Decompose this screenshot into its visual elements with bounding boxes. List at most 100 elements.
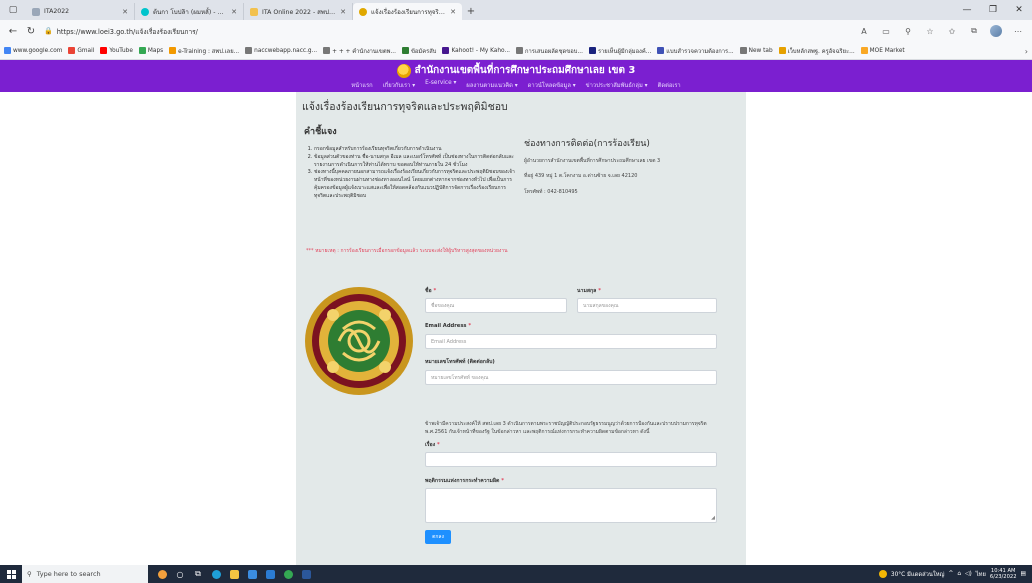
minimize-icon[interactable]: — — [954, 0, 980, 20]
phone-input[interactable]: หมายเลขโทรศัพท์ ของคุณ — [425, 370, 717, 385]
search-icon: ⚲ — [27, 570, 32, 578]
reload-icon[interactable]: ↻ — [22, 22, 40, 40]
warning-note: *** หมายเหตุ : การร้องเรียนการเมื่อกรอกข… — [306, 248, 508, 254]
more-menu-icon[interactable]: ⋯ — [1008, 22, 1028, 40]
browser-tab-3[interactable]: ITA Online 2022 - สพป.เลย เขต 3 ✕ — [244, 3, 353, 20]
close-icon[interactable]: ✕ — [450, 8, 456, 16]
tab-label: ต้นกา โบปลิา (ผมหลั้) - Canva — [153, 8, 227, 16]
browser-tab-2[interactable]: ต้นกา โบปลิา (ผมหลั้) - Canva ✕ — [135, 3, 244, 20]
contact-address: ที่อยู่ 439 หมู่ 1 ต.โคกงาม อ.ด่านซ้าย จ… — [524, 173, 638, 179]
back-arrow-icon[interactable]: ← — [4, 22, 22, 40]
submit-button[interactable]: ตกลง — [425, 530, 451, 544]
bookmark-icon — [657, 47, 665, 54]
favorite-item[interactable]: การเสนอผลัดชุดขอบ... — [516, 46, 583, 56]
favorite-item[interactable]: New tab — [739, 47, 773, 54]
site-navigation: หน้าแรก เกี่ยวกับเรา ▾ E-service ▾ ผลงาน… — [0, 80, 1032, 90]
close-icon[interactable]: ✕ — [231, 8, 237, 16]
taskbar-search-box[interactable]: ⚲ Type here to search — [22, 565, 148, 583]
browser-toolbar: A ▭ ⚲ ☆ ✩ ⧉ ⋯ — [854, 20, 1028, 42]
task-view-icon[interactable]: ⧉ — [190, 567, 206, 581]
restore-icon[interactable]: ❐ — [980, 0, 1006, 20]
nav-download[interactable]: ดาวน์โหลดข้อมูล ▾ — [528, 80, 576, 90]
site-brand[interactable]: สำนักงานเขตพื้นที่การศึกษาประถมศึกษาเลย … — [0, 63, 1032, 78]
favorite-label: naccwebapp.nacc.g... — [254, 47, 318, 54]
volume-icon[interactable]: ◁) — [965, 571, 972, 577]
word-icon[interactable] — [298, 567, 314, 581]
language-indicator[interactable]: ไทย — [976, 569, 986, 579]
emblem-seal — [305, 287, 413, 395]
contact-heading: ช่องทางการติดต่อ(การร้องเรียน) — [524, 139, 650, 149]
mail-icon[interactable] — [262, 567, 278, 581]
favorite-item[interactable]: รายเห็นผู้มีกลุ่มองค์... — [588, 46, 651, 56]
read-aloud-icon[interactable]: A — [854, 22, 874, 40]
favorite-label: e-Training : สพป.เลย... — [178, 48, 240, 55]
nav-news[interactable]: ข่าวประชาสัมพันธ์กลุ่ม ▾ — [586, 80, 648, 90]
bookmark-icon — [68, 47, 76, 54]
resize-handle-icon[interactable]: ◢ — [711, 516, 715, 521]
taskbar-clock[interactable]: 10:41 AM 6/23/2022 — [990, 568, 1017, 580]
collections-icon[interactable]: ⧉ — [964, 22, 984, 40]
favorite-item[interactable]: naccwebapp.nacc.g... — [245, 47, 317, 54]
logo-icon — [396, 63, 411, 78]
windows-taskbar: ⚲ Type here to search ○ ⧉ 30°C มีแดดส่วน… — [0, 565, 1032, 583]
favorite-star-icon[interactable]: ☆ — [920, 22, 940, 40]
nav-eservice[interactable]: E-service ▾ — [425, 80, 456, 90]
intro-list: กรอกข้อมูลสำหรับการร้องเรียนทุจริตเกี่ยว… — [306, 146, 516, 200]
favorite-item[interactable]: Gmail — [68, 47, 94, 54]
first-name-input[interactable]: ชื่อของคุณ — [425, 298, 567, 313]
close-window-icon[interactable]: ✕ — [1006, 0, 1032, 20]
weather-text[interactable]: 30°C มีแดดส่วนใหญ่ — [891, 569, 945, 579]
favorite-label: แบบสำรวจความต้องการ... — [666, 48, 734, 55]
detail-textarea[interactable]: ◢ — [425, 488, 717, 523]
new-tab-button[interactable]: + — [462, 3, 480, 20]
favorite-item[interactable]: เว็บหลักสพฐ. ครูอัจฉริยะ... — [778, 46, 855, 56]
url-field[interactable]: 🔒 https://www.loei3.go.th/แจ้งเรื่องร้อง… — [44, 23, 804, 39]
bookmark-icon — [323, 47, 331, 54]
notification-icon[interactable]: ▤ — [1021, 571, 1026, 577]
favorite-item[interactable]: e-Training : สพป.เลย... — [169, 46, 239, 56]
zoom-icon[interactable]: ⚲ — [898, 22, 918, 40]
profile-avatar[interactable] — [986, 22, 1006, 40]
favorite-item[interactable]: Kahoot! - My Kaho... — [442, 47, 510, 54]
tab-actions-icon[interactable]: ▢ — [0, 0, 26, 20]
chevron-up-icon[interactable]: ^ — [948, 571, 953, 577]
subject-input[interactable] — [425, 452, 717, 467]
search-placeholder: Type here to search — [36, 570, 101, 578]
browser-tab-4-active[interactable]: แจ้งเรื่องร้องเรียนการทุจริตและประพฤติ ✕ — [353, 3, 462, 20]
favorite-item[interactable]: www.google.com — [4, 47, 62, 54]
browser-tab-1[interactable]: ITA2022 ✕ — [26, 3, 135, 20]
last-name-input[interactable]: นามสกุลของคุณ — [577, 298, 717, 313]
favorites-icon[interactable]: ✩ — [942, 22, 962, 40]
favorite-item[interactable]: Maps — [138, 47, 163, 54]
network-icon[interactable]: ⌂ — [957, 571, 961, 577]
nav-about[interactable]: เกี่ยวกับเรา ▾ — [383, 80, 415, 90]
bookmark-icon — [169, 47, 177, 54]
close-icon[interactable]: ✕ — [122, 8, 128, 16]
nav-home[interactable]: หน้าแรก — [351, 80, 372, 90]
email-input[interactable]: Email Address — [425, 334, 717, 349]
intro-heading: คำชี้แจง — [304, 127, 337, 137]
lock-icon: 🔒 — [44, 27, 53, 35]
bookmark-icon — [588, 47, 596, 54]
nav-contact[interactable]: ติดต่อเรา — [658, 80, 681, 90]
favorite-item[interactable]: YouTube — [100, 47, 133, 54]
favorite-item[interactable]: MOE Market — [860, 47, 905, 54]
cortana-icon[interactable]: ○ — [172, 567, 188, 581]
chevron-right-icon[interactable]: › — [1025, 42, 1028, 59]
close-icon[interactable]: ✕ — [340, 8, 346, 16]
nav-works[interactable]: ผลงานตามแนวคิด ▾ — [466, 80, 517, 90]
windows-start-icon[interactable] — [0, 565, 22, 583]
chrome-icon[interactable] — [280, 567, 296, 581]
bookmark-icon — [860, 47, 868, 54]
consent-statement: ข้าพเจ้ามีความประสงค์ให้ สพป.เลย 3 ดำเนิ… — [425, 421, 707, 435]
reading-view-icon[interactable]: ▭ — [876, 22, 896, 40]
store-icon[interactable] — [244, 567, 260, 581]
favorite-item[interactable]: ข้อมัครสับ — [401, 46, 436, 56]
list-item: ข้อมูลส่วนตัวของท่าน ชื่อ-นามสกุล อีเมล … — [314, 154, 516, 170]
file-explorer-icon[interactable] — [226, 567, 242, 581]
edge-icon[interactable] — [208, 567, 224, 581]
last-name-label: นามสกุล * — [577, 288, 601, 294]
favorite-item[interactable]: + + + คำนักงานเขตพ... — [323, 46, 396, 56]
favorite-item[interactable]: แบบสำรวจความต้องการ... — [657, 46, 734, 56]
widgets-icon[interactable] — [154, 567, 170, 581]
